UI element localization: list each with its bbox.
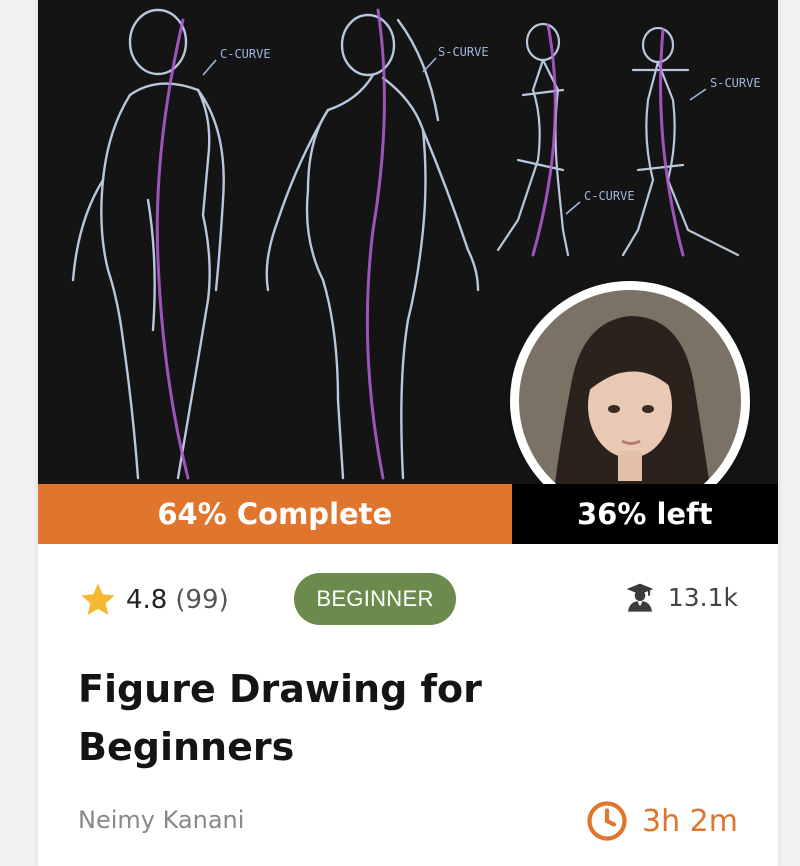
- annotation-s-curve-2: S-CURVE: [710, 76, 761, 90]
- student-count-value: 13.1k: [667, 582, 738, 612]
- student-count: 13.1k: [624, 581, 738, 613]
- annotation-c-curve-1: C-CURVE: [220, 47, 271, 61]
- course-thumbnail[interactable]: C-CURVE S-CURVE S-CURVE C-CURVE: [38, 0, 778, 484]
- clock-icon: [587, 801, 627, 841]
- student-graduate-icon: [626, 583, 654, 612]
- course-duration: 3h 2m: [586, 800, 738, 842]
- rating-value: 4.8: [126, 585, 168, 615]
- course-rating: 4.8 (99): [78, 580, 229, 620]
- star-icon: [81, 583, 115, 615]
- duration-value: 3h 2m: [642, 803, 738, 839]
- annotation-s-curve-1: S-CURVE: [438, 45, 489, 59]
- course-meta-row: 4.8 (99) BEGINNER 13.1k: [78, 572, 738, 628]
- progress-remaining-label: 36% left: [511, 484, 778, 544]
- progress-complete-label: 64% Complete: [38, 484, 512, 544]
- annotation-c-curve-2: C-CURVE: [584, 189, 635, 203]
- course-card[interactable]: C-CURVE S-CURVE S-CURVE C-CURVE 64% Comp…: [38, 0, 778, 866]
- course-progress-bar: 64% Complete 36% left: [38, 484, 778, 544]
- level-badge: BEGINNER: [294, 573, 456, 625]
- course-author[interactable]: Neimy Kanani: [78, 806, 244, 834]
- rating-count: (99): [175, 585, 229, 615]
- instructor-avatar[interactable]: [510, 281, 750, 484]
- course-title[interactable]: Figure Drawing for Beginners: [78, 660, 678, 776]
